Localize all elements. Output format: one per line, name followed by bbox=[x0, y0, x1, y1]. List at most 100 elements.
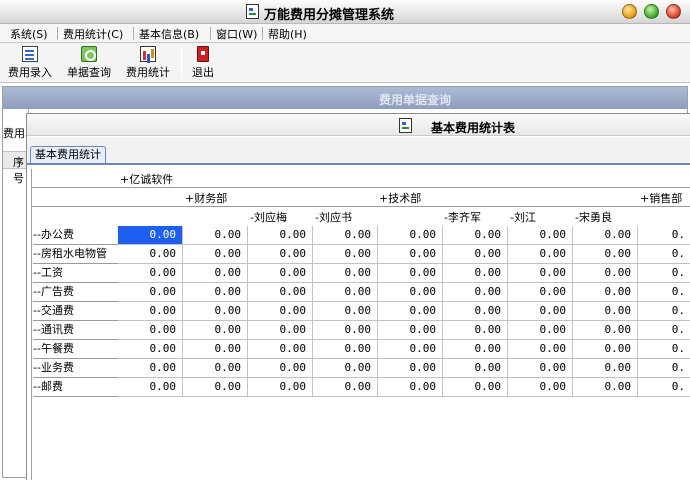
grid-cell[interactable]: 0.00 bbox=[313, 226, 378, 245]
grid-cell[interactable]: 0.00 bbox=[248, 264, 313, 283]
grid-cell[interactable]: 0.00 bbox=[248, 283, 313, 302]
grid-cell[interactable]: 0.00 bbox=[183, 359, 248, 378]
minimize-button[interactable] bbox=[622, 4, 637, 19]
menu-system[interactable]: 系统(S) bbox=[10, 26, 48, 42]
document-query-titlebar[interactable]: 费用单据查询 bbox=[3, 87, 687, 109]
grid-cell[interactable]: 0.00 bbox=[508, 378, 573, 397]
document-query-label: 单据查询 bbox=[67, 66, 111, 79]
grid-cell[interactable]: 0.00 bbox=[508, 359, 573, 378]
menu-cost-stats[interactable]: 费用统计(C) bbox=[63, 26, 123, 42]
grid-cell[interactable]: 0.00 bbox=[378, 302, 443, 321]
grid-cell[interactable]: 0.00 bbox=[183, 226, 248, 245]
grid-cell[interactable]: 0.00 bbox=[118, 302, 183, 321]
menu-help[interactable]: 帮助(H) bbox=[268, 26, 307, 42]
grid-cell[interactable]: 0.00 bbox=[443, 378, 508, 397]
grid-cell[interactable]: 0.00 bbox=[378, 378, 443, 397]
close-button[interactable] bbox=[666, 4, 681, 19]
grid-cell[interactable]: 0. bbox=[638, 340, 690, 359]
grid-cell[interactable]: 0.00 bbox=[508, 283, 573, 302]
grid-cell[interactable]: 0. bbox=[638, 264, 690, 283]
grid-cell[interactable]: 0.00 bbox=[443, 283, 508, 302]
grid-cell[interactable]: 0.00 bbox=[313, 340, 378, 359]
exit-label: 退出 bbox=[192, 66, 214, 79]
grid-cell[interactable]: 0.00 bbox=[313, 359, 378, 378]
grid-cell[interactable]: 0. bbox=[638, 321, 690, 340]
grid-cell[interactable]: 0.00 bbox=[248, 302, 313, 321]
cost-report-titlebar[interactable]: 基本费用统计表 bbox=[27, 114, 690, 136]
grid-cell[interactable]: 0.00 bbox=[313, 302, 378, 321]
grid-cell[interactable]: 0.00 bbox=[378, 245, 443, 264]
grid-cell[interactable]: 0.00 bbox=[508, 340, 573, 359]
grid-cell[interactable]: 0.00 bbox=[508, 226, 573, 245]
grid-cell[interactable]: 0.00 bbox=[573, 340, 638, 359]
grid-cell[interactable]: 0. bbox=[638, 302, 690, 321]
grid-cell[interactable]: 0.00 bbox=[573, 321, 638, 340]
grid-cell[interactable]: 0.00 bbox=[183, 245, 248, 264]
grid-cell[interactable]: 0.00 bbox=[118, 283, 183, 302]
grid-cell[interactable]: 0.00 bbox=[313, 321, 378, 340]
grid-cell[interactable]: 0.00 bbox=[183, 302, 248, 321]
grid-cell[interactable]: 0.00 bbox=[248, 359, 313, 378]
grid-cell[interactable]: 0.00 bbox=[118, 340, 183, 359]
grid-cell[interactable]: 0.00 bbox=[443, 321, 508, 340]
grid-cell[interactable]: 0.00 bbox=[118, 245, 183, 264]
grid-cell[interactable]: 0.00 bbox=[248, 245, 313, 264]
grid-cell[interactable]: 0.00 bbox=[443, 302, 508, 321]
grid-cell[interactable]: 0.00 bbox=[248, 226, 313, 245]
grid-cell[interactable]: 0.00 bbox=[443, 359, 508, 378]
grid-cell[interactable]: 0.00 bbox=[443, 226, 508, 245]
grid-cell[interactable]: 0.00 bbox=[183, 283, 248, 302]
grid-cell[interactable]: 0.00 bbox=[573, 378, 638, 397]
cost-entry-button[interactable]: 费用录入 bbox=[5, 46, 55, 80]
grid-cell[interactable]: 0.00 bbox=[248, 321, 313, 340]
grid-cell[interactable]: 0.00 bbox=[573, 264, 638, 283]
grid-cell[interactable]: 0.00 bbox=[573, 283, 638, 302]
document-query-button[interactable]: 单据查询 bbox=[63, 46, 115, 80]
grid-cell[interactable]: 0.00 bbox=[118, 226, 183, 245]
grid-cell[interactable]: 0. bbox=[638, 226, 690, 245]
grid-cell[interactable]: 0.00 bbox=[443, 340, 508, 359]
grid-cell[interactable]: 0.00 bbox=[378, 264, 443, 283]
grid-cell[interactable]: 0.00 bbox=[313, 283, 378, 302]
exit-button[interactable]: 退出 bbox=[189, 46, 217, 80]
grid-cell[interactable]: 0.00 bbox=[508, 302, 573, 321]
menu-window[interactable]: 窗口(W) bbox=[216, 26, 257, 42]
grid-cell[interactable]: 0.00 bbox=[378, 321, 443, 340]
grid-cell[interactable]: 0.00 bbox=[118, 359, 183, 378]
grid-cell[interactable]: 0.00 bbox=[183, 321, 248, 340]
grid-cell[interactable]: 0.00 bbox=[508, 245, 573, 264]
grid-cell[interactable]: 0.00 bbox=[248, 378, 313, 397]
cost-stats-grid[interactable]: +亿诚软件 +财务部 +技术部 +销售部 -刘应梅 -刘应书 -李齐军 -刘江 … bbox=[31, 169, 690, 480]
maximize-button[interactable] bbox=[644, 4, 659, 19]
grid-cell[interactable]: 0.00 bbox=[573, 245, 638, 264]
grid-cell[interactable]: 0.00 bbox=[573, 359, 638, 378]
grid-cell[interactable]: 0.00 bbox=[378, 340, 443, 359]
grid-cell[interactable]: 0.00 bbox=[378, 283, 443, 302]
grid-cell[interactable]: 0.00 bbox=[573, 302, 638, 321]
cost-report-window[interactable]: 基本费用统计表 基本费用统计 +亿诚软件 +财务部 +技术部 +销售部 -刘应梅… bbox=[26, 113, 690, 480]
grid-cell[interactable]: 0.00 bbox=[573, 226, 638, 245]
grid-cell[interactable]: 0.00 bbox=[378, 226, 443, 245]
tab-basic-cost-stats[interactable]: 基本费用统计 bbox=[30, 146, 106, 163]
grid-cell[interactable]: 0.00 bbox=[118, 321, 183, 340]
grid-cell[interactable]: 0.00 bbox=[313, 245, 378, 264]
grid-cell[interactable]: 0.00 bbox=[118, 378, 183, 397]
grid-cell[interactable]: 0. bbox=[638, 283, 690, 302]
grid-cell[interactable]: 0.00 bbox=[248, 340, 313, 359]
grid-cell[interactable]: 0.00 bbox=[183, 378, 248, 397]
grid-cell[interactable]: 0.00 bbox=[508, 264, 573, 283]
grid-cell[interactable]: 0.00 bbox=[443, 245, 508, 264]
grid-cell[interactable]: 0.00 bbox=[183, 264, 248, 283]
menu-basic-info[interactable]: 基本信息(B) bbox=[139, 26, 199, 42]
grid-cell[interactable]: 0.00 bbox=[313, 378, 378, 397]
grid-cell[interactable]: 0.00 bbox=[183, 340, 248, 359]
grid-cell[interactable]: 0.00 bbox=[118, 264, 183, 283]
grid-cell[interactable]: 0. bbox=[638, 378, 690, 397]
cost-stats-button[interactable]: 费用统计 bbox=[122, 46, 174, 80]
grid-cell[interactable]: 0.00 bbox=[313, 264, 378, 283]
grid-cell[interactable]: 0. bbox=[638, 359, 690, 378]
grid-cell[interactable]: 0. bbox=[638, 245, 690, 264]
grid-cell[interactable]: 0.00 bbox=[443, 264, 508, 283]
grid-cell[interactable]: 0.00 bbox=[378, 359, 443, 378]
grid-cell[interactable]: 0.00 bbox=[508, 321, 573, 340]
